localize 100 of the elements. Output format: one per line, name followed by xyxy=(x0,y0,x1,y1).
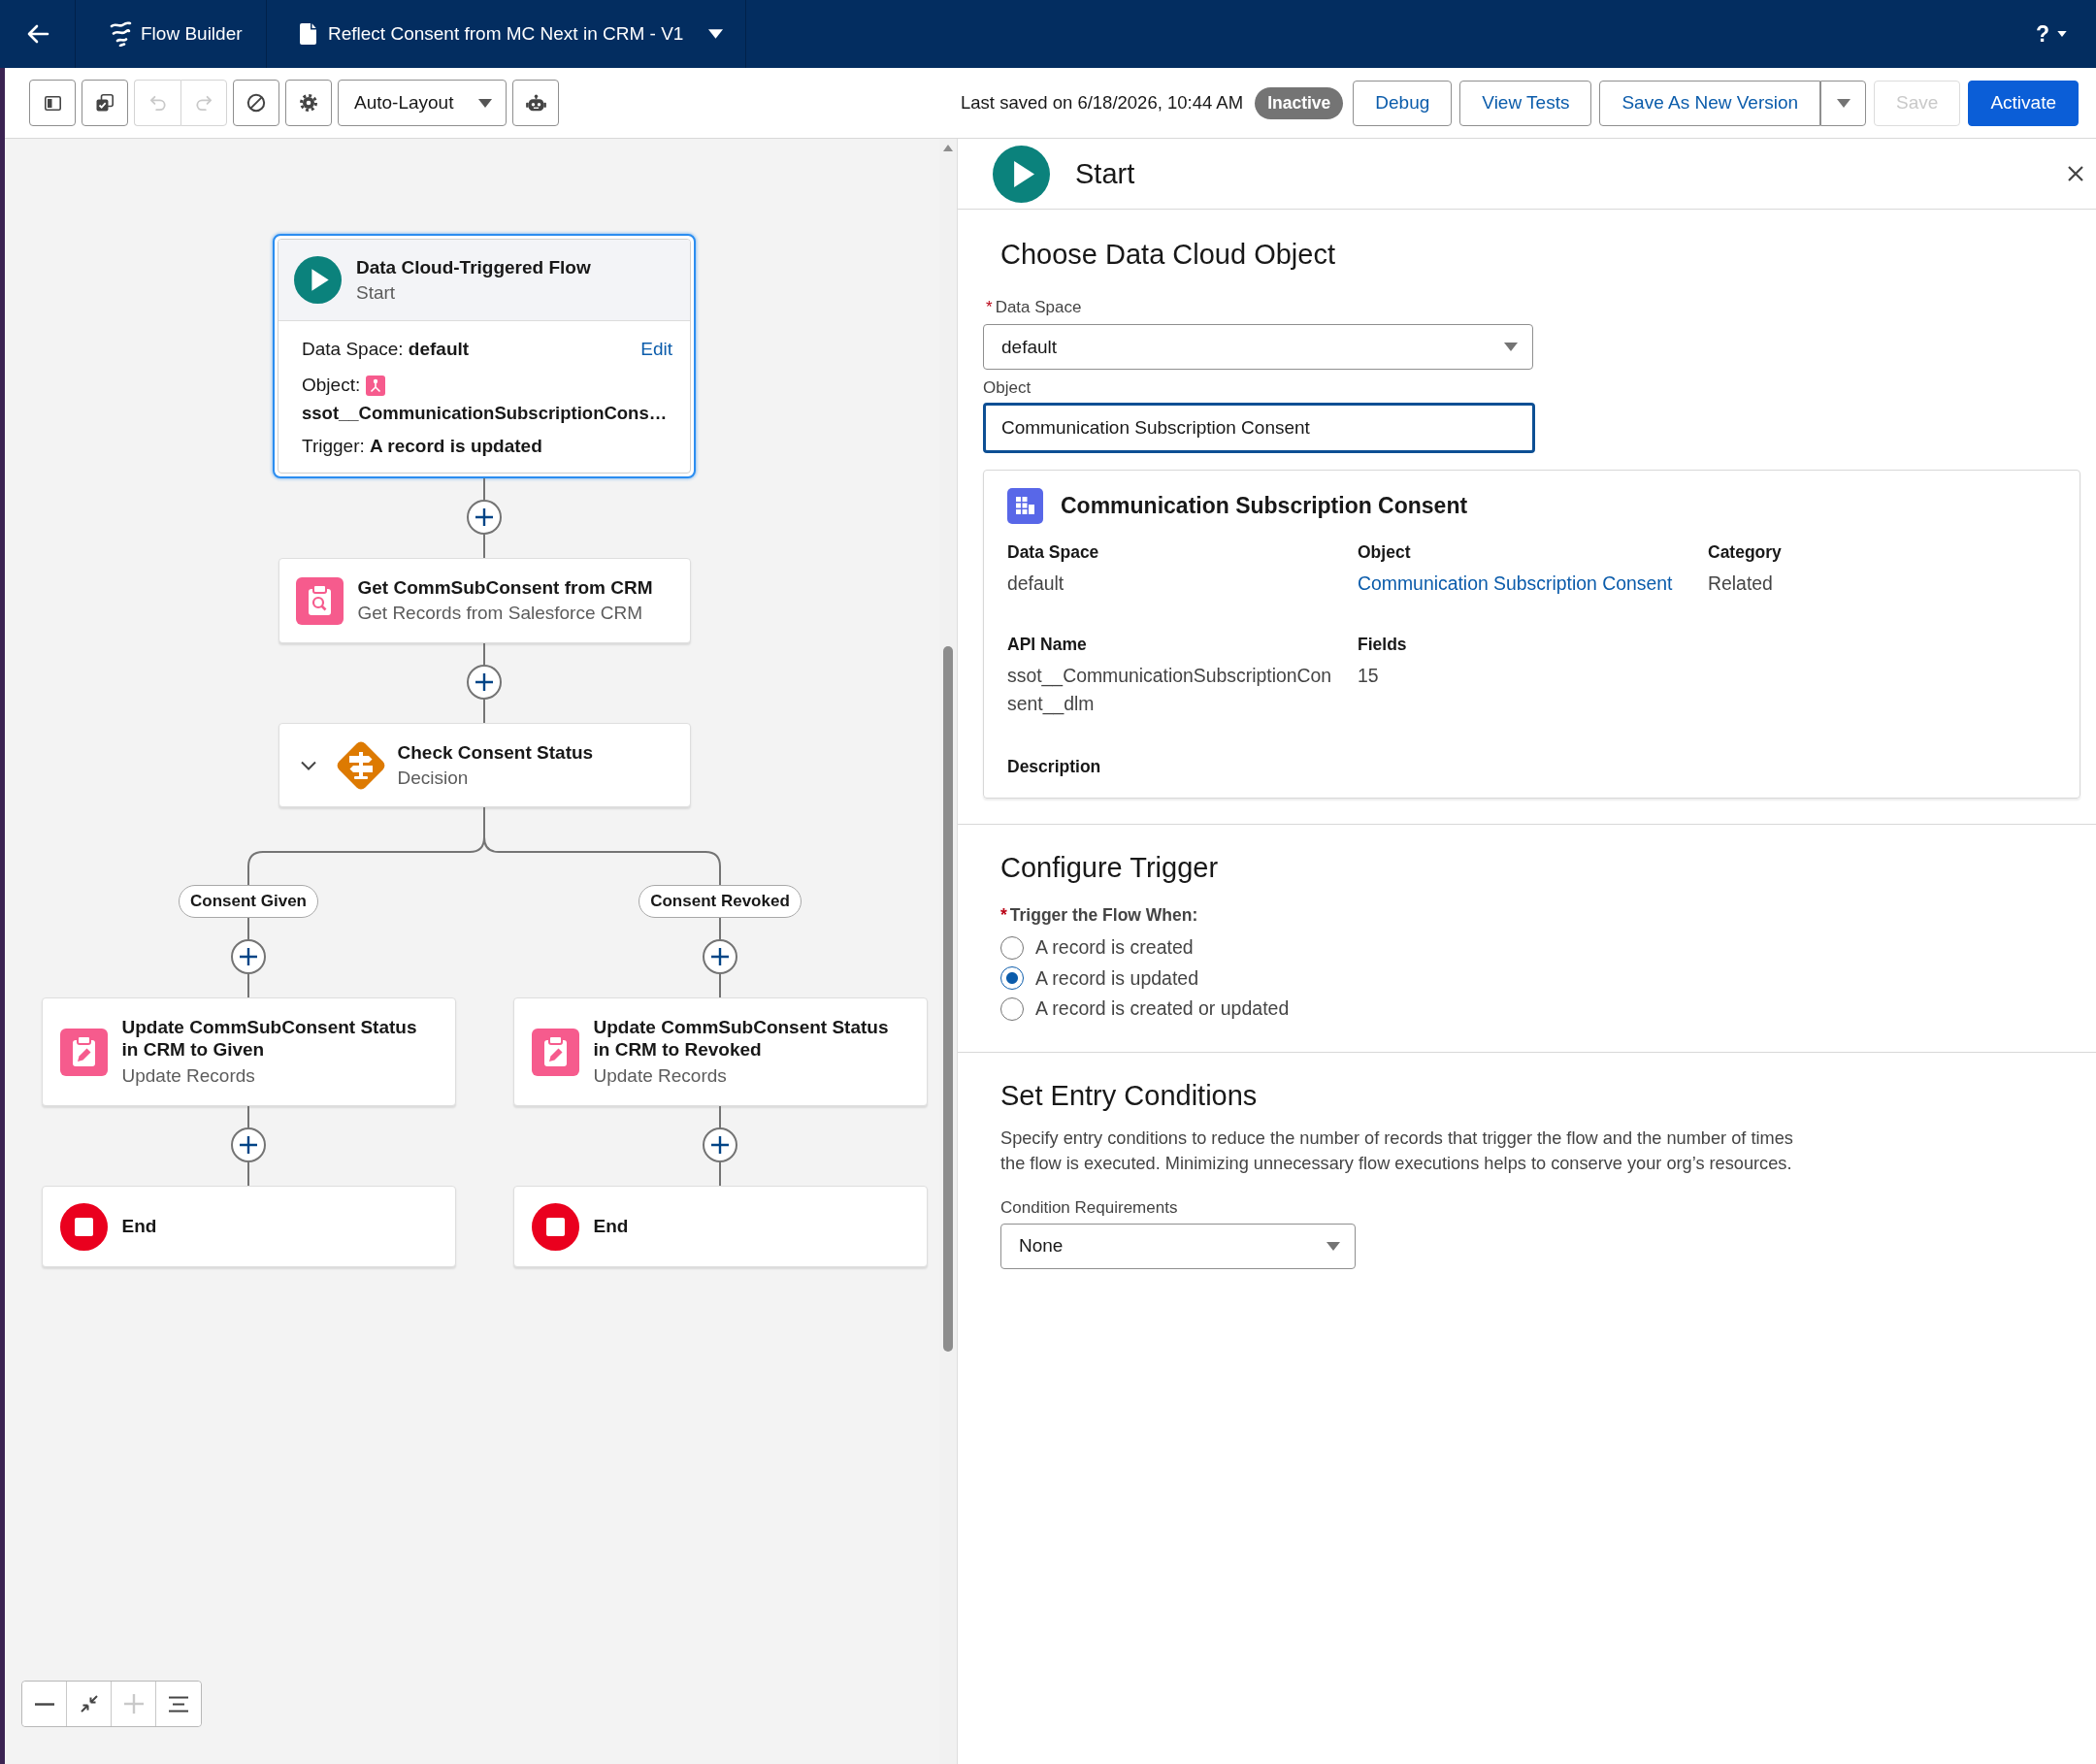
detail-label: Category xyxy=(1708,542,1783,562)
close-button[interactable] xyxy=(2067,165,2084,182)
radio-button[interactable] xyxy=(1000,966,1024,991)
node-title: Data Cloud-Triggered Flow xyxy=(356,255,591,279)
plus-icon xyxy=(475,508,493,526)
clipboard-pencil-icon xyxy=(531,1028,579,1076)
decision-node[interactable]: Check Consent Status Decision xyxy=(278,723,691,807)
condition-requirements-select[interactable]: None xyxy=(1000,1223,1356,1269)
node-type: Update Records xyxy=(121,1064,256,1088)
radio-label[interactable]: A record is updated xyxy=(1035,966,1199,990)
add-element-button[interactable] xyxy=(467,665,502,700)
branch-label: Consent Revoked xyxy=(639,885,802,918)
connector-line xyxy=(719,1162,721,1186)
play-icon xyxy=(993,145,1050,203)
add-element-button[interactable] xyxy=(231,1127,266,1162)
detail-label: Fields xyxy=(1358,635,1408,654)
status-badge: Inactive xyxy=(1255,86,1344,119)
minus-icon xyxy=(34,1702,54,1706)
detail-label: Description xyxy=(1007,757,1102,776)
plus-icon xyxy=(475,673,493,691)
connector-line xyxy=(247,1106,249,1127)
trigger-text: Trigger: A record is updated xyxy=(302,435,543,458)
clipboard-search-icon xyxy=(295,576,344,625)
radio-label[interactable]: A record is created or updated xyxy=(1035,997,1290,1021)
field-label: Condition Requirements xyxy=(1000,1197,1178,1218)
add-element-button[interactable] xyxy=(467,500,502,535)
caret-down-icon xyxy=(1326,1241,1340,1251)
required-mark: * xyxy=(986,298,993,317)
scroll-up-icon xyxy=(943,145,953,151)
node-type: Start xyxy=(356,280,397,305)
caret-down-icon xyxy=(1504,343,1518,351)
app-name: Flow Builder xyxy=(141,23,243,45)
caret-down-icon xyxy=(708,29,724,39)
more-options-button[interactable] xyxy=(1820,80,1867,126)
start-node[interactable]: Data Cloud-Triggered Flow Start Data Space: default Edit Object: ssot__CommunicationSubscriptionCons… Trigger: A record is updated xyxy=(273,234,696,478)
connector-line xyxy=(483,643,485,665)
radio-label[interactable]: A record is created xyxy=(1035,936,1194,960)
connector-line xyxy=(719,918,721,939)
object-icon xyxy=(366,375,386,396)
data-space-text: Data Space: default xyxy=(302,338,470,361)
save-as-new-version-button[interactable]: Save As New Version xyxy=(1599,80,1821,126)
copy-check-icon xyxy=(96,94,114,112)
prohibit-button[interactable] xyxy=(233,80,279,126)
object-input[interactable]: Communication Subscription Consent xyxy=(983,403,1535,453)
add-element-button[interactable] xyxy=(703,939,737,974)
help-menu[interactable]: ? xyxy=(2035,0,2067,68)
connector-line xyxy=(483,700,485,723)
detail-value: default xyxy=(1007,572,1065,596)
node-title: Get CommSubConsent from CRM xyxy=(357,576,653,600)
panel-icon xyxy=(44,95,61,111)
gear-icon xyxy=(300,94,317,112)
get-records-node[interactable]: Get CommSubConsent from CRM Get Records from Salesforce CRM xyxy=(278,558,691,643)
close-icon xyxy=(2067,165,2084,182)
update-records-node[interactable]: Update CommSubConsent Status in CRM to Given Update Records xyxy=(41,997,456,1106)
data-space-select[interactable]: default xyxy=(983,324,1533,370)
field-label: Trigger the Flow When: xyxy=(1009,905,1198,925)
copy-button[interactable] xyxy=(82,80,128,126)
radio-button[interactable] xyxy=(1000,935,1024,960)
zoom-out-button[interactable] xyxy=(22,1682,67,1726)
node-title: Check Consent Status xyxy=(397,740,594,765)
object-label: Object: xyxy=(302,374,361,397)
align-lines-icon xyxy=(168,1695,189,1713)
connector-line xyxy=(719,974,721,997)
add-element-button[interactable] xyxy=(703,1127,737,1162)
panel-title: Start xyxy=(1075,157,1136,190)
detail-value: Related xyxy=(1708,572,1774,596)
required-mark: * xyxy=(1000,905,1007,925)
detail-value: 15 xyxy=(1358,664,1380,688)
layout-dropdown[interactable]: Auto-Layout xyxy=(338,80,507,126)
stop-icon xyxy=(59,1202,108,1251)
back-arrow-icon xyxy=(25,24,49,44)
update-records-node[interactable]: Update CommSubConsent Status in CRM to Revoked Update Records xyxy=(512,997,928,1106)
field-label: Data Space xyxy=(995,298,1082,317)
prohibit-icon xyxy=(246,93,266,113)
last-saved-text: Last saved on 6/18/2026, 10:44 AM xyxy=(961,92,1244,114)
end-node[interactable]: End xyxy=(41,1186,456,1267)
field-label: Object xyxy=(983,378,1032,398)
settings-button[interactable] xyxy=(285,80,332,126)
connector-line xyxy=(247,918,249,939)
activate-button[interactable]: Activate xyxy=(1968,80,2079,126)
debug-button[interactable]: Debug xyxy=(1353,80,1453,126)
node-title: End xyxy=(121,1215,157,1238)
node-title: Update CommSubConsent Status in CRM to Given xyxy=(121,1016,418,1061)
end-node[interactable]: End xyxy=(512,1186,928,1267)
radio-button[interactable] xyxy=(1000,996,1024,1021)
redo-icon xyxy=(195,94,213,112)
robot-button[interactable] xyxy=(512,80,559,126)
canvas-scrollbar[interactable] xyxy=(939,139,957,1764)
object-title: Communication Subscription Consent xyxy=(1061,493,1468,519)
edit-link[interactable]: Edit xyxy=(640,338,672,361)
object-link[interactable]: Communication Subscription Consent xyxy=(1358,570,1686,598)
flow-title-menu[interactable]: Reflect Consent from MC Next in CRM - V1 xyxy=(267,0,746,68)
add-element-button[interactable] xyxy=(231,939,266,974)
play-icon xyxy=(294,256,342,304)
plus-icon xyxy=(711,948,729,965)
branch-label: Consent Given xyxy=(179,885,318,918)
toggle-panel-button[interactable] xyxy=(29,80,76,126)
scrollbar-thumb[interactable] xyxy=(943,646,953,1352)
detail-label: Object xyxy=(1358,542,1412,562)
view-tests-button[interactable]: View Tests xyxy=(1459,80,1592,126)
